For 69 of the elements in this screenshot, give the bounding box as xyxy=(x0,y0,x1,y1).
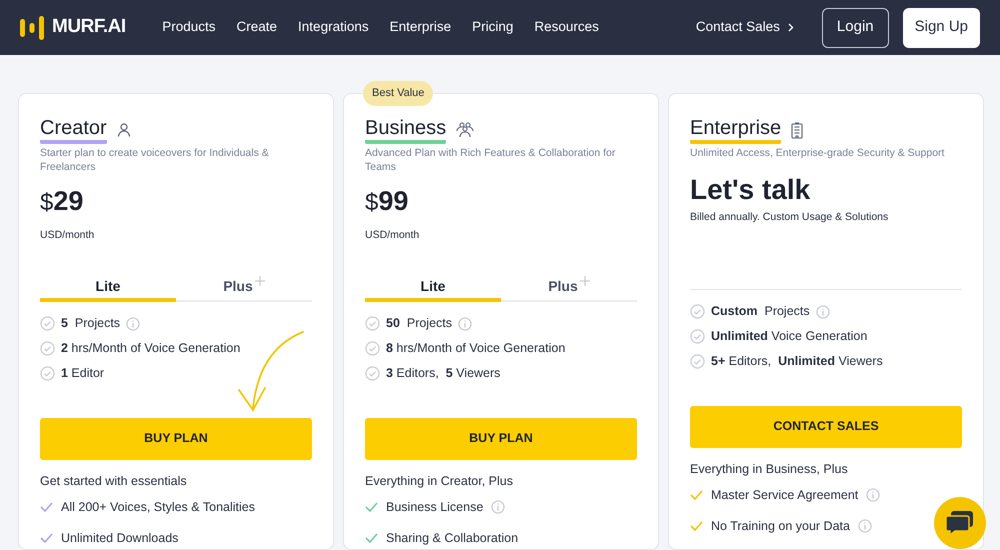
feature-text: 5 Projects xyxy=(61,315,120,332)
plan-tab[interactable]: Lite xyxy=(365,276,501,302)
feature-text: Unlimited Downloads xyxy=(61,530,178,547)
login-button[interactable]: Login xyxy=(822,8,889,48)
feature-text: 8 hrs/Month of Voice Generation xyxy=(386,340,566,358)
price: $29 xyxy=(40,186,84,216)
plan-tab[interactable]: Plus xyxy=(176,276,312,302)
feature-text: Custom Projects xyxy=(711,303,810,320)
price-period: USD/month xyxy=(365,228,420,243)
best-value-badge: Best Value xyxy=(363,81,434,106)
price-heading: Let's talk xyxy=(690,173,812,207)
plan-button[interactable]: BUY PLAN xyxy=(40,418,312,460)
price-period: USD/month xyxy=(40,228,96,243)
contact-sales-link[interactable]: Contact Sales xyxy=(696,17,794,38)
check-circle-icon xyxy=(40,341,55,356)
feature-text: 1 Editor xyxy=(61,365,104,382)
check-icon xyxy=(40,533,53,543)
feature-text: Master Service Agreement xyxy=(711,486,858,504)
feature-text: Sharing & Collaboration xyxy=(386,530,518,547)
check-icon xyxy=(365,502,378,512)
chevron-icon xyxy=(788,23,794,32)
person-icon xyxy=(116,123,131,137)
signup-button[interactable]: Sign Up xyxy=(902,8,980,48)
feature-text: All 200+ Voices, Styles & Tonalities xyxy=(61,498,255,516)
chat-icon xyxy=(946,510,974,536)
logo-text: MURF.AI xyxy=(52,15,126,40)
plan-button[interactable]: CONTACT SALES xyxy=(690,406,962,448)
feature-text: Business License xyxy=(386,498,484,516)
building-icon xyxy=(791,122,804,138)
plan-description: Starter plan to create voiceovers for Individuals & Freelancers xyxy=(40,146,270,174)
feature-text: 2 hrs/Month of Voice Generation xyxy=(61,340,240,358)
check-icon xyxy=(365,533,378,543)
feature-text: 5+ Editors, Unlimited Viewers xyxy=(711,353,883,370)
extras-heading: Everything in Creator, Plus xyxy=(365,472,514,490)
check-icon xyxy=(690,521,703,531)
check-circle-icon xyxy=(365,341,380,356)
nav-link[interactable]: Integrations xyxy=(298,17,369,38)
feature-text: 50 Projects xyxy=(386,315,452,332)
plan-button[interactable]: BUY PLAN xyxy=(365,418,637,460)
check-circle-icon xyxy=(690,354,705,370)
check-circle-icon xyxy=(365,366,380,382)
check-icon xyxy=(40,502,53,512)
check-circle-icon xyxy=(365,316,380,332)
check-icon xyxy=(690,490,703,500)
plan-title: Enterprise xyxy=(690,116,782,144)
plan-description: Advanced Plan with Rich Features & Collaboration for Teams xyxy=(365,146,616,174)
check-circle-icon xyxy=(690,329,705,344)
feature-text: No Training on your Data xyxy=(711,518,850,535)
feature-text: 3 Editors, 5 Viewers xyxy=(386,365,500,382)
plan-title: Creator xyxy=(40,116,107,144)
nav-link[interactable]: Enterprise xyxy=(390,17,452,38)
plan-title: Business xyxy=(365,116,446,144)
plan-tab[interactable]: Plus xyxy=(501,276,637,302)
check-circle-icon xyxy=(40,316,55,332)
nav-link[interactable]: Products xyxy=(162,17,216,38)
check-circle-icon xyxy=(40,366,55,382)
logo-icon xyxy=(20,16,44,40)
extras-heading: Everything in Business, Plus xyxy=(690,460,849,478)
nav-link[interactable]: Pricing xyxy=(472,17,514,38)
plan-description: Unlimited Access, Enterprise-grade Security & Support xyxy=(690,146,946,161)
nav-link[interactable]: Resources xyxy=(534,17,599,38)
feature-text: Unlimited Voice Generation xyxy=(711,328,868,346)
extras-heading: Get started with essentials xyxy=(40,472,188,490)
nav-link[interactable]: Create xyxy=(236,17,278,38)
price: $99 xyxy=(365,186,410,216)
check-circle-icon xyxy=(690,304,705,320)
plan-tab[interactable]: Lite xyxy=(40,276,176,302)
billing-note: Billed annually. Custom Usage & Solutions xyxy=(690,210,890,225)
people-icon xyxy=(456,122,474,138)
